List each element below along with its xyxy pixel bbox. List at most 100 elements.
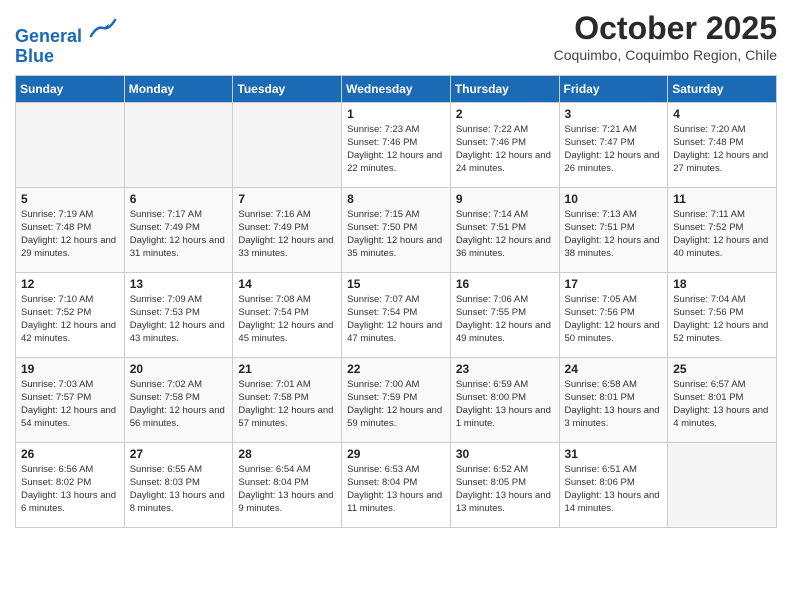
calendar-cell: 23 Sunrise: 6:59 AMSunset: 8:00 PMDayligh… (450, 357, 559, 442)
cell-info: Sunrise: 7:16 AMSunset: 7:49 PMDaylight:… (238, 208, 336, 261)
calendar-cell: 4Sunrise: 7:20 AMSunset: 7:48 PMDaylight… (668, 102, 777, 187)
day-number: 28 (238, 447, 336, 461)
cell-info: Sunrise: 7:04 AMSunset: 7:56 PMDaylight:… (673, 293, 771, 346)
day-number: 1 (347, 107, 445, 121)
cell-info: Sunrise: 7:05 AMSunset: 7:56 PMDaylight:… (565, 293, 663, 346)
calendar-cell: 15 Sunrise: 7:07 AMSunset: 7:54 PMDayligh… (342, 272, 451, 357)
calendar-cell: 6 Sunrise: 7:17 AMSunset: 7:49 PMDaylight… (124, 187, 233, 272)
day-number: 22 (347, 362, 445, 376)
day-number: 2 (456, 107, 554, 121)
cell-info: Sunrise: 6:55 AMSunset: 8:03 PMDaylight:… (130, 463, 228, 516)
calendar-cell: 28 Sunrise: 6:54 AMSunset: 8:04 PMDayligh… (233, 442, 342, 527)
cell-info: Sunrise: 6:56 AMSunset: 8:02 PMDaylight:… (21, 463, 119, 516)
week-row: 1 Sunrise: 7:23 AMSunset: 7:46 PMDaylight… (16, 102, 777, 187)
day-number: 30 (456, 447, 554, 461)
calendar-cell: 13Sunrise: 7:09 AMSunset: 7:53 PMDayligh… (124, 272, 233, 357)
logo-bird-icon (89, 14, 117, 42)
cell-info: Sunrise: 6:59 AMSunset: 8:00 PMDaylight:… (456, 378, 554, 431)
logo-general: General (15, 26, 82, 46)
day-number: 24 (565, 362, 663, 376)
cell-info: Sunrise: 7:07 AMSunset: 7:54 PMDaylight:… (347, 293, 445, 346)
day-number: 3 (565, 107, 663, 121)
calendar-cell: 26 Sunrise: 6:56 AMSunset: 8:02 PMDayligh… (16, 442, 125, 527)
header-row: SundayMondayTuesdayWednesdayThursdayFrid… (16, 75, 777, 102)
day-number: 21 (238, 362, 336, 376)
calendar-cell: 14Sunrise: 7:08 AMSunset: 7:54 PMDayligh… (233, 272, 342, 357)
day-number: 18 (673, 277, 771, 291)
cell-info: Sunrise: 7:03 AMSunset: 7:57 PMDaylight:… (21, 378, 119, 431)
calendar-cell: 16 Sunrise: 7:06 AMSunset: 7:55 PMDayligh… (450, 272, 559, 357)
weekday-header: Friday (559, 75, 668, 102)
calendar-cell: 30 Sunrise: 6:52 AMSunset: 8:05 PMDayligh… (450, 442, 559, 527)
calendar-cell: 29 Sunrise: 6:53 AMSunset: 8:04 PMDayligh… (342, 442, 451, 527)
cell-info: Sunrise: 6:57 AMSunset: 8:01 PMDaylight:… (673, 378, 771, 431)
cell-info: Sunrise: 7:06 AMSunset: 7:55 PMDaylight:… (456, 293, 554, 346)
cell-info: Sunrise: 7:01 AMSunset: 7:58 PMDaylight:… (238, 378, 336, 431)
cell-info: Sunrise: 6:52 AMSunset: 8:05 PMDaylight:… (456, 463, 554, 516)
cell-info: Sunrise: 7:19 AMSunset: 7:48 PMDaylight:… (21, 208, 119, 261)
calendar-cell: 3 Sunrise: 7:21 AMSunset: 7:47 PMDaylight… (559, 102, 668, 187)
title-area: October 2025 Coquimbo, Coquimbo Region, … (554, 10, 777, 63)
day-number: 9 (456, 192, 554, 206)
day-number: 31 (565, 447, 663, 461)
calendar-cell (16, 102, 125, 187)
calendar-cell: 11 Sunrise: 7:11 AMSunset: 7:52 PMDayligh… (668, 187, 777, 272)
calendar-cell: 7 Sunrise: 7:16 AMSunset: 7:49 PMDaylight… (233, 187, 342, 272)
weekday-header: Monday (124, 75, 233, 102)
cell-info: Sunrise: 7:20 AMSunset: 7:48 PMDaylight:… (673, 123, 771, 176)
cell-info: Sunrise: 7:11 AMSunset: 7:52 PMDaylight:… (673, 208, 771, 261)
cell-info: Sunrise: 7:23 AMSunset: 7:46 PMDaylight:… (347, 123, 445, 176)
calendar-cell: 27Sunrise: 6:55 AMSunset: 8:03 PMDayligh… (124, 442, 233, 527)
calendar-cell (668, 442, 777, 527)
day-number: 26 (21, 447, 119, 461)
day-number: 20 (130, 362, 228, 376)
logo-blue: Blue (15, 46, 54, 66)
day-number: 25 (673, 362, 771, 376)
cell-info: Sunrise: 6:51 AMSunset: 8:06 PMDaylight:… (565, 463, 663, 516)
weekday-header: Thursday (450, 75, 559, 102)
cell-info: Sunrise: 7:17 AMSunset: 7:49 PMDaylight:… (130, 208, 228, 261)
weekday-header: Sunday (16, 75, 125, 102)
calendar-cell: 1 Sunrise: 7:23 AMSunset: 7:46 PMDaylight… (342, 102, 451, 187)
calendar-cell (233, 102, 342, 187)
calendar-cell: 8Sunrise: 7:15 AMSunset: 7:50 PMDaylight… (342, 187, 451, 272)
calendar-cell: 19Sunrise: 7:03 AMSunset: 7:57 PMDayligh… (16, 357, 125, 442)
day-number: 12 (21, 277, 119, 291)
week-row: 12Sunrise: 7:10 AMSunset: 7:52 PMDayligh… (16, 272, 777, 357)
calendar-cell: 22 Sunrise: 7:00 AMSunset: 7:59 PMDayligh… (342, 357, 451, 442)
subtitle: Coquimbo, Coquimbo Region, Chile (554, 47, 777, 63)
day-number: 7 (238, 192, 336, 206)
calendar-cell: 25 Sunrise: 6:57 AMSunset: 8:01 PMDayligh… (668, 357, 777, 442)
week-row: 19Sunrise: 7:03 AMSunset: 7:57 PMDayligh… (16, 357, 777, 442)
cell-info: Sunrise: 6:53 AMSunset: 8:04 PMDaylight:… (347, 463, 445, 516)
weekday-header: Tuesday (233, 75, 342, 102)
day-number: 11 (673, 192, 771, 206)
calendar-cell: 12Sunrise: 7:10 AMSunset: 7:52 PMDayligh… (16, 272, 125, 357)
calendar-cell: 24 Sunrise: 6:58 AMSunset: 8:01 PMDayligh… (559, 357, 668, 442)
cell-info: Sunrise: 7:00 AMSunset: 7:59 PMDaylight:… (347, 378, 445, 431)
day-number: 10 (565, 192, 663, 206)
weekday-header: Saturday (668, 75, 777, 102)
calendar-cell: 21 Sunrise: 7:01 AMSunset: 7:58 PMDayligh… (233, 357, 342, 442)
calendar-cell: 17Sunrise: 7:05 AMSunset: 7:56 PMDayligh… (559, 272, 668, 357)
month-title: October 2025 (554, 10, 777, 47)
cell-info: Sunrise: 7:09 AMSunset: 7:53 PMDaylight:… (130, 293, 228, 346)
day-number: 16 (456, 277, 554, 291)
day-number: 14 (238, 277, 336, 291)
calendar-cell: 2Sunrise: 7:22 AMSunset: 7:46 PMDaylight… (450, 102, 559, 187)
cell-info: Sunrise: 6:54 AMSunset: 8:04 PMDaylight:… (238, 463, 336, 516)
day-number: 23 (456, 362, 554, 376)
day-number: 6 (130, 192, 228, 206)
cell-info: Sunrise: 7:21 AMSunset: 7:47 PMDaylight:… (565, 123, 663, 176)
cell-info: Sunrise: 7:15 AMSunset: 7:50 PMDaylight:… (347, 208, 445, 261)
day-number: 15 (347, 277, 445, 291)
cell-info: Sunrise: 6:58 AMSunset: 8:01 PMDaylight:… (565, 378, 663, 431)
calendar-cell: 5Sunrise: 7:19 AMSunset: 7:48 PMDaylight… (16, 187, 125, 272)
cell-info: Sunrise: 7:13 AMSunset: 7:51 PMDaylight:… (565, 208, 663, 261)
day-number: 29 (347, 447, 445, 461)
calendar-table: SundayMondayTuesdayWednesdayThursdayFrid… (15, 75, 777, 528)
cell-info: Sunrise: 7:02 AMSunset: 7:58 PMDaylight:… (130, 378, 228, 431)
header: General Blue October 2025 Coquimbo, Coqu… (15, 10, 777, 67)
week-row: 5Sunrise: 7:19 AMSunset: 7:48 PMDaylight… (16, 187, 777, 272)
weekday-header: Wednesday (342, 75, 451, 102)
